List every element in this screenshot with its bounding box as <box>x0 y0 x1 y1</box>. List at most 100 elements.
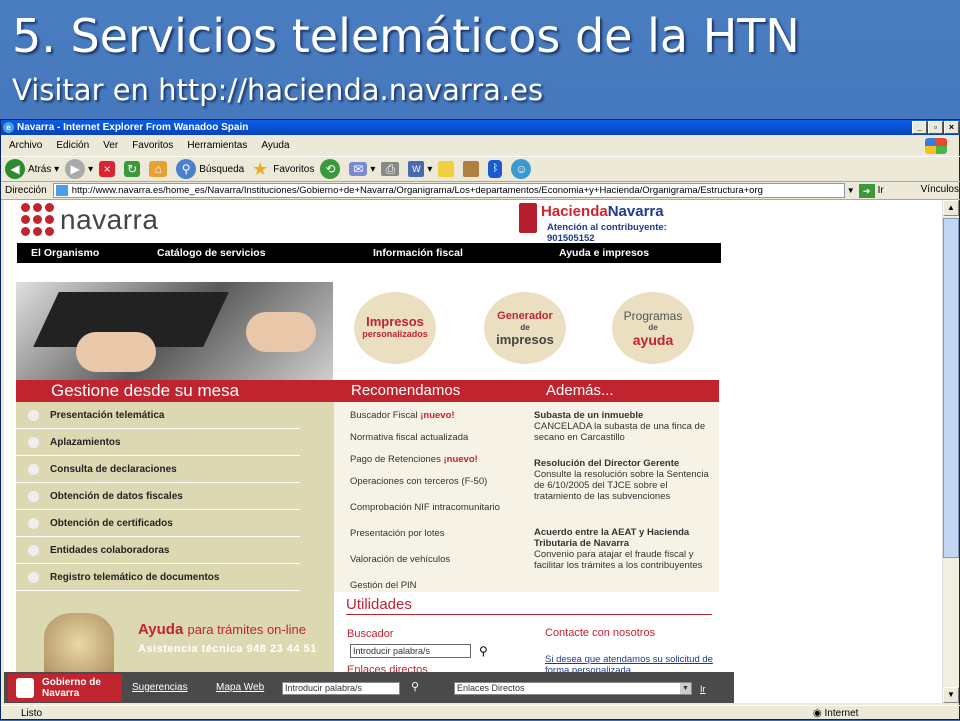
menu-archivo[interactable]: Archivo <box>9 140 42 151</box>
home-button[interactable]: ⌂ <box>149 161 170 177</box>
menu-bar: Archivo Edición Ver Favoritos Herramient… <box>1 136 960 155</box>
menu-herramientas[interactable]: Herramientas <box>187 140 247 151</box>
print-icon: ⎙ <box>381 162 400 176</box>
nav-informacion-fiscal[interactable]: Información fiscal <box>373 243 463 263</box>
nav-el-organismo[interactable]: El Organismo <box>31 243 99 263</box>
atencion-phone: Atención al contribuyente: 901505152 <box>547 222 667 244</box>
address-input[interactable]: http://www.navarra.es/home_es/Navarra/In… <box>52 183 845 198</box>
gestione-header: Gestione desde su mesa <box>16 380 334 402</box>
buscador-label: Buscador <box>347 628 394 640</box>
scroll-up-icon[interactable]: ▲ <box>943 200 959 216</box>
word-icon: W <box>408 161 425 177</box>
list-item[interactable]: Consulta de declaraciones <box>16 456 300 483</box>
address-dropdown-icon[interactable]: ▼ <box>847 186 855 195</box>
back-button[interactable]: ◀ Atrás ▾ <box>5 159 59 179</box>
chevron-down-icon: ▼ <box>680 683 691 694</box>
close-button[interactable]: × <box>944 121 959 134</box>
list-item[interactable]: Presentación por lotes <box>350 528 445 539</box>
list-item[interactable]: Obtención de datos fiscales <box>16 483 300 510</box>
print-button[interactable]: ⎙ <box>381 162 402 176</box>
list-item[interactable]: Gestión del PIN <box>350 580 417 591</box>
mail-icon: ✉ <box>349 162 368 176</box>
sugerencias-link[interactable]: Sugerencias <box>132 682 188 693</box>
windows-logo-icon <box>925 138 947 154</box>
recomendamos-header: Recomendamos <box>334 380 524 402</box>
stop-icon: × <box>99 161 116 177</box>
search-icon[interactable]: ⚲ <box>411 680 419 693</box>
list-item[interactable]: Aplazamientos <box>16 429 300 456</box>
news-item[interactable]: Acuerdo entre la AEAT y Hacienda Tributa… <box>534 527 714 571</box>
list-item[interactable]: Obtención de certificados <box>16 510 300 537</box>
utilidades-heading: Utilidades <box>346 596 412 613</box>
buscador-input[interactable]: Introducir palabra/s <box>350 644 471 658</box>
nav-ayuda-impresos[interactable]: Ayuda e impresos <box>559 243 649 263</box>
list-item[interactable]: Operaciones con terceros (F-50) <box>350 476 487 487</box>
refresh-icon: ↻ <box>124 161 141 177</box>
list-item[interactable]: Valoración de vehículos <box>350 554 450 565</box>
maximize-button[interactable]: ▫ <box>928 121 943 134</box>
minimize-button[interactable]: _ <box>912 121 927 134</box>
nav-catalogo[interactable]: Catálogo de servicios <box>157 243 266 263</box>
forward-button[interactable]: ▶ ▾ <box>65 159 93 179</box>
impresos-personalizados-link[interactable]: Impresos personalizados <box>354 292 436 364</box>
mapa-web-link[interactable]: Mapa Web <box>216 682 264 693</box>
messenger-icon: ☺ <box>511 159 532 179</box>
vertical-scrollbar[interactable]: ▲ ▼ <box>942 200 959 703</box>
asistencia-tecnica: Asistencia técnica 948 23 44 51 <box>138 643 317 655</box>
go-button[interactable]: ➔ Ir <box>858 183 884 198</box>
hero-image <box>16 282 333 382</box>
list-item[interactable]: Comprobación NIF intracomunitario <box>350 502 500 513</box>
menu-ayuda[interactable]: Ayuda <box>261 140 289 151</box>
footer-ir-button[interactable]: Ir <box>700 684 706 694</box>
enlaces-directos-select[interactable]: Enlaces Directos ▼ <box>454 682 692 695</box>
news-item[interactable]: Subasta de un inmueble CANCELADA la subas… <box>534 410 714 443</box>
slide-title: 5. Servicios telemáticos de la HTN <box>12 9 800 63</box>
window-title: Navarra - Internet Explorer From Wanadoo… <box>17 122 249 133</box>
list-item[interactable]: Buscador Fiscal ¡nuevo! <box>350 410 455 421</box>
programas-ayuda-link[interactable]: Programas de ayuda <box>612 292 694 364</box>
go-arrow-icon: ➔ <box>858 183 875 198</box>
footer-search-input[interactable]: Introducir palabra/s <box>282 682 400 695</box>
messenger-button[interactable]: ☺ <box>511 159 534 179</box>
navarra-dots-icon <box>21 203 54 236</box>
stop-button[interactable]: × <box>99 161 118 177</box>
ie-logo-icon: e <box>3 122 14 133</box>
recomendamos-list: Buscador Fiscal ¡nuevo! Normativa fiscal… <box>334 402 524 592</box>
history-icon: ⟲ <box>320 159 341 179</box>
scroll-thumb[interactable] <box>943 218 959 558</box>
search-icon[interactable]: ⚲ <box>479 644 488 658</box>
ayuda-banner[interactable]: Ayuda para trámites on-line Asistencia t… <box>16 605 334 675</box>
menu-favoritos[interactable]: Favoritos <box>132 140 173 151</box>
refresh-button[interactable]: ↻ <box>124 161 143 177</box>
generador-impresos-link[interactable]: Generador de impresos <box>484 292 566 364</box>
research-button[interactable] <box>463 161 482 177</box>
coat-of-arms-icon <box>16 678 34 698</box>
list-item[interactable]: Normativa fiscal actualizada <box>350 432 468 443</box>
search-icon: ⚲ <box>176 159 197 179</box>
history-button[interactable]: ⟲ <box>320 159 343 179</box>
list-item[interactable]: Entidades colaboradoras <box>16 537 300 564</box>
gobierno-navarra-logo[interactable]: Gobierno de Navarra <box>8 674 122 702</box>
navarra-logo[interactable]: navarra <box>21 203 158 236</box>
bluetooth-button[interactable]: ᛒ <box>488 160 505 178</box>
links-button[interactable]: Vínculos <box>921 184 959 195</box>
scroll-down-icon[interactable]: ▼ <box>943 687 959 703</box>
favorites-button[interactable]: ★ Favoritos <box>250 159 314 179</box>
search-button[interactable]: ⚲ Búsqueda <box>176 159 244 179</box>
hacienda-navarra-logo[interactable]: HaciendaNavarra Atención al contribuyent… <box>519 203 714 244</box>
edit-button[interactable]: W ▾ <box>408 161 432 177</box>
menu-ver[interactable]: Ver <box>103 140 118 151</box>
address-label: Dirección <box>5 185 47 196</box>
status-text: Listo <box>21 708 43 719</box>
discuss-button[interactable] <box>438 161 457 177</box>
bluetooth-icon: ᛒ <box>488 160 503 178</box>
list-item[interactable]: Pago de Retenciones ¡nuevo! <box>350 454 478 465</box>
zone-indicator: ◉ Internet <box>813 708 859 719</box>
news-item[interactable]: Resolución del Director Gerente Consulte … <box>534 458 714 502</box>
shield-icon <box>519 203 537 233</box>
mail-button[interactable]: ✉ ▾ <box>349 162 375 176</box>
list-item[interactable]: Registro telemático de documentos <box>16 564 300 591</box>
menu-edicion[interactable]: Edición <box>56 140 89 151</box>
list-item[interactable]: Presentación telemática <box>16 402 300 429</box>
home-icon: ⌂ <box>149 161 168 177</box>
